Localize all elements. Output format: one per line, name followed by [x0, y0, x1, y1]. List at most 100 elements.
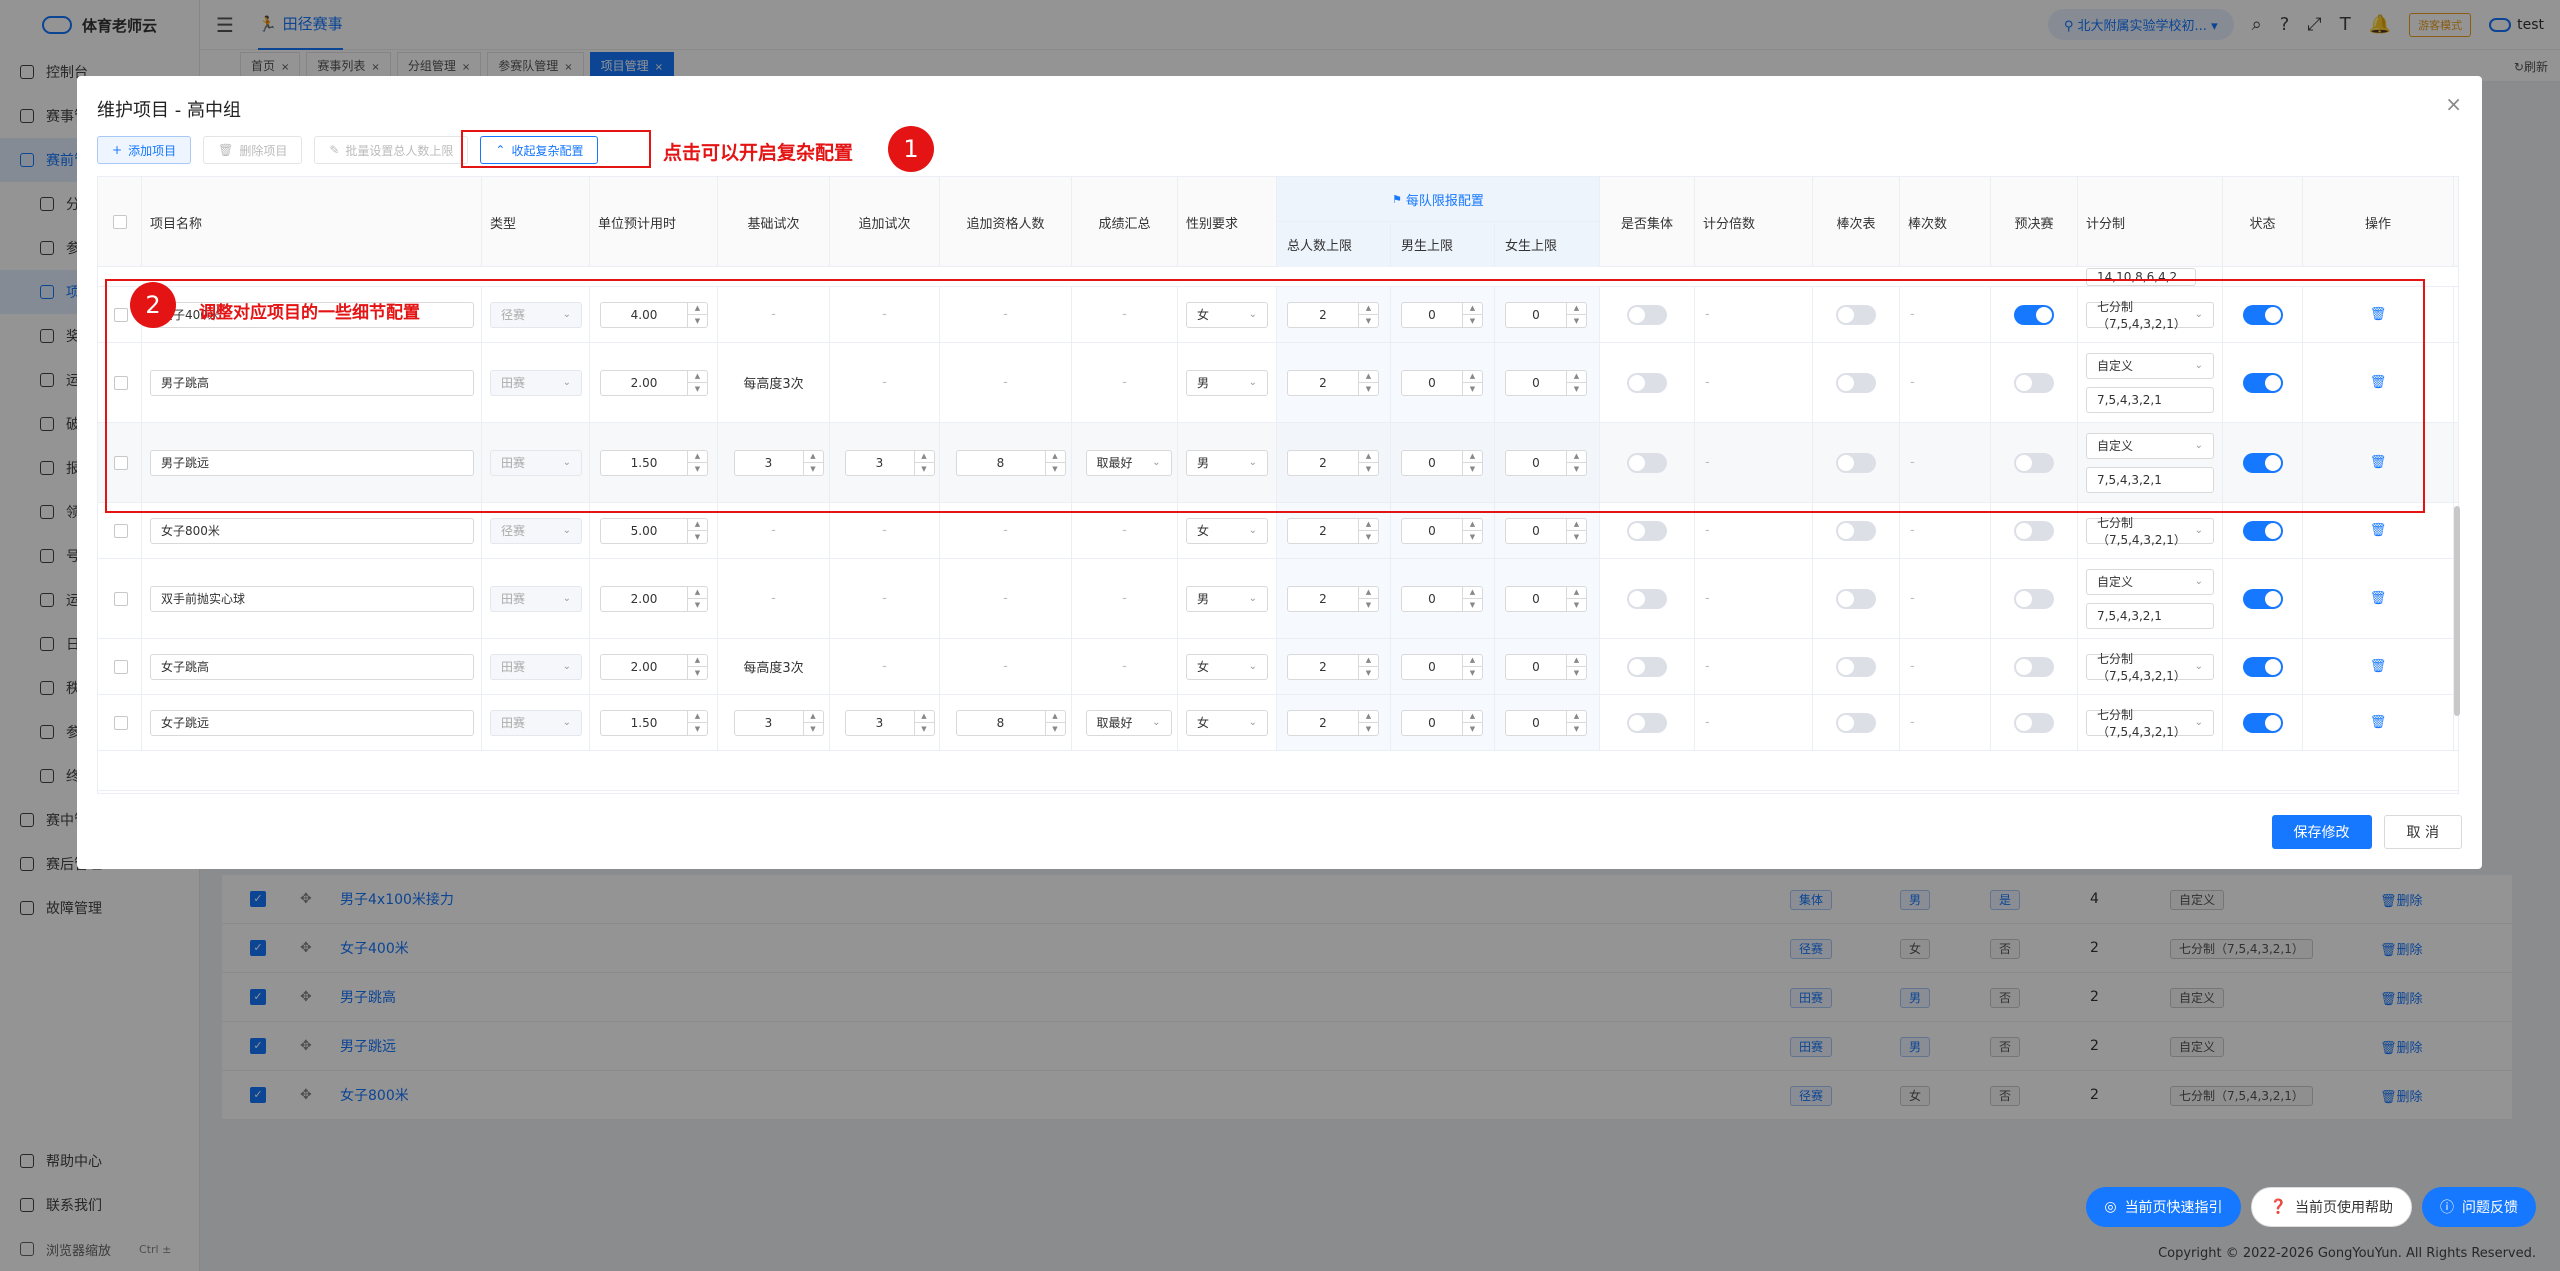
- time-stepper[interactable]: 5.00 ▲ ▼: [600, 517, 708, 544]
- total-limit-stepper[interactable]: 2 ▲ ▼: [1287, 585, 1379, 612]
- chevron-up-icon[interactable]: ▲: [1045, 451, 1065, 463]
- chevron-up-icon[interactable]: ▲: [688, 587, 707, 599]
- table-scrollbar[interactable]: [2454, 506, 2460, 716]
- collective-toggle[interactable]: [1627, 520, 1667, 541]
- stepper-arrows[interactable]: ▲ ▼: [1462, 654, 1482, 679]
- stepper-arrows[interactable]: ▲ ▼: [1566, 370, 1586, 395]
- chevron-down-icon[interactable]: ▼: [688, 463, 707, 475]
- male-limit-stepper[interactable]: 0 ▲ ▼: [1401, 653, 1483, 680]
- batch-set-limit-button[interactable]: ✎ 批量设置总人数上限: [314, 136, 469, 164]
- status-toggle[interactable]: [2242, 520, 2283, 541]
- chevron-down-icon[interactable]: ▼: [1463, 531, 1482, 543]
- chevron-up-icon[interactable]: ▲: [1567, 303, 1586, 315]
- chevron-up-icon[interactable]: ▲: [688, 711, 707, 723]
- project-name-input[interactable]: 男子跳远: [150, 449, 474, 476]
- chevron-up-icon[interactable]: ▲: [1463, 371, 1482, 383]
- male-limit-stepper[interactable]: 0 ▲ ▼: [1401, 709, 1483, 736]
- total-limit-stepper[interactable]: 2 ▲ ▼: [1287, 653, 1379, 680]
- chevron-down-icon[interactable]: ▼: [1359, 599, 1378, 611]
- trash-icon[interactable]: 🗑: [2370, 715, 2387, 730]
- chevron-down-icon[interactable]: ▼: [1567, 723, 1586, 735]
- chevron-down-icon[interactable]: ▼: [688, 531, 707, 543]
- time-stepper[interactable]: 2.00 ▲ ▼: [600, 369, 708, 396]
- stepper-arrows[interactable]: ▲ ▼: [802, 710, 823, 735]
- chevron-up-icon[interactable]: ▲: [1567, 371, 1586, 383]
- trash-icon[interactable]: 🗑: [2370, 455, 2387, 470]
- stepper-arrows[interactable]: ▲ ▼: [1462, 518, 1482, 543]
- extra-attempts-stepper[interactable]: 3 ▲ ▼: [844, 449, 935, 476]
- chevron-up-icon[interactable]: ▲: [1359, 587, 1378, 599]
- baton-table-toggle[interactable]: [1836, 372, 1876, 393]
- chevron-up-icon[interactable]: ▲: [1359, 519, 1378, 531]
- row-checkbox[interactable]: [114, 307, 128, 322]
- baton-table-toggle[interactable]: [1836, 452, 1876, 473]
- chevron-down-icon[interactable]: ▼: [688, 723, 707, 735]
- chevron-down-icon[interactable]: ▼: [1567, 667, 1586, 679]
- status-toggle[interactable]: [2242, 588, 2283, 609]
- collective-toggle[interactable]: [1627, 588, 1667, 609]
- collective-toggle[interactable]: [1627, 372, 1667, 393]
- chevron-up-icon[interactable]: ▲: [1359, 303, 1378, 315]
- chevron-down-icon[interactable]: ▼: [1567, 531, 1586, 543]
- stepper-arrows[interactable]: ▲ ▼: [1358, 450, 1378, 475]
- summary-select[interactable]: 取最好 ⌄: [1085, 709, 1172, 736]
- chevron-down-icon[interactable]: ▼: [1359, 723, 1378, 735]
- stepper-arrows[interactable]: ▲ ▼: [1358, 586, 1378, 611]
- feedback-button[interactable]: ⓘ 问题反馈: [2422, 1187, 2536, 1227]
- chevron-down-icon[interactable]: ▼: [915, 723, 934, 735]
- male-limit-stepper[interactable]: 0 ▲ ▼: [1401, 449, 1483, 476]
- project-name-input[interactable]: 女子跳远: [150, 709, 474, 736]
- collective-toggle[interactable]: [1627, 712, 1667, 733]
- chevron-down-icon[interactable]: ▼: [1463, 315, 1482, 327]
- chevron-up-icon[interactable]: ▲: [1567, 451, 1586, 463]
- final-toggle[interactable]: [2014, 372, 2054, 393]
- score-select[interactable]: 自定义 ⌄: [2086, 432, 2214, 459]
- chevron-up-icon[interactable]: ▲: [1359, 371, 1378, 383]
- chevron-up-icon[interactable]: ▲: [914, 451, 934, 463]
- stepper-arrows[interactable]: ▲ ▼: [913, 450, 934, 475]
- chevron-down-icon[interactable]: ▼: [1567, 315, 1586, 327]
- female-limit-stepper[interactable]: 0 ▲ ▼: [1505, 585, 1587, 612]
- custom-score-input[interactable]: 7,5,4,3,2,1: [2086, 386, 2214, 413]
- status-toggle[interactable]: [2242, 452, 2283, 473]
- stepper-arrows[interactable]: ▲ ▼: [802, 450, 823, 475]
- chevron-up-icon[interactable]: ▲: [1567, 587, 1586, 599]
- chevron-up-icon[interactable]: ▲: [1463, 303, 1482, 315]
- trash-icon[interactable]: 🗑: [2370, 591, 2387, 606]
- chevron-down-icon[interactable]: ▼: [1463, 383, 1482, 395]
- chevron-up-icon[interactable]: ▲: [803, 711, 823, 723]
- stepper-arrows[interactable]: ▲ ▼: [1462, 586, 1482, 611]
- score-select[interactable]: 自定义 ⌄: [2086, 568, 2214, 595]
- chevron-up-icon[interactable]: ▲: [1463, 655, 1482, 667]
- chevron-up-icon[interactable]: ▲: [688, 451, 707, 463]
- male-limit-stepper[interactable]: 0 ▲ ▼: [1401, 585, 1483, 612]
- chevron-up-icon[interactable]: ▲: [914, 711, 934, 723]
- row-checkbox[interactable]: [114, 375, 128, 390]
- chevron-down-icon[interactable]: ▼: [915, 463, 934, 475]
- female-limit-stepper[interactable]: 0 ▲ ▼: [1505, 709, 1587, 736]
- chevron-down-icon[interactable]: ▼: [1463, 667, 1482, 679]
- delete-project-button[interactable]: 🗑 删除项目: [203, 136, 303, 164]
- chevron-up-icon[interactable]: ▲: [1359, 451, 1378, 463]
- custom-score-input[interactable]: 7,5,4,3,2,1: [2086, 602, 2214, 629]
- stepper-arrows[interactable]: ▲ ▼: [1044, 450, 1065, 475]
- chevron-down-icon[interactable]: ▼: [1463, 599, 1482, 611]
- female-limit-stepper[interactable]: 0 ▲ ▼: [1505, 653, 1587, 680]
- chevron-down-icon[interactable]: ▼: [1567, 383, 1586, 395]
- chevron-down-icon[interactable]: ▼: [804, 723, 823, 735]
- project-name-input[interactable]: 男子跳高: [150, 369, 474, 396]
- sex-select[interactable]: 男 ⌄: [1186, 585, 1268, 612]
- total-limit-stepper[interactable]: 2 ▲ ▼: [1287, 709, 1379, 736]
- baton-table-toggle[interactable]: [1836, 304, 1876, 325]
- extra-attempts-stepper[interactable]: 3 ▲ ▼: [844, 709, 935, 736]
- stepper-arrows[interactable]: ▲ ▼: [687, 654, 707, 679]
- time-stepper[interactable]: 1.50 ▲ ▼: [600, 709, 708, 736]
- chevron-up-icon[interactable]: ▲: [1045, 711, 1065, 723]
- quick-guide-button[interactable]: ◎ 当前页快速指引: [2086, 1187, 2241, 1227]
- chevron-up-icon[interactable]: ▲: [1463, 711, 1482, 723]
- trash-icon[interactable]: 🗑: [2370, 375, 2387, 390]
- chevron-down-icon[interactable]: ▼: [1359, 383, 1378, 395]
- chevron-up-icon[interactable]: ▲: [803, 451, 823, 463]
- stepper-arrows[interactable]: ▲ ▼: [1566, 654, 1586, 679]
- score-select[interactable]: 七分制（7,5,4,3,2,1） ⌄: [2086, 516, 2214, 547]
